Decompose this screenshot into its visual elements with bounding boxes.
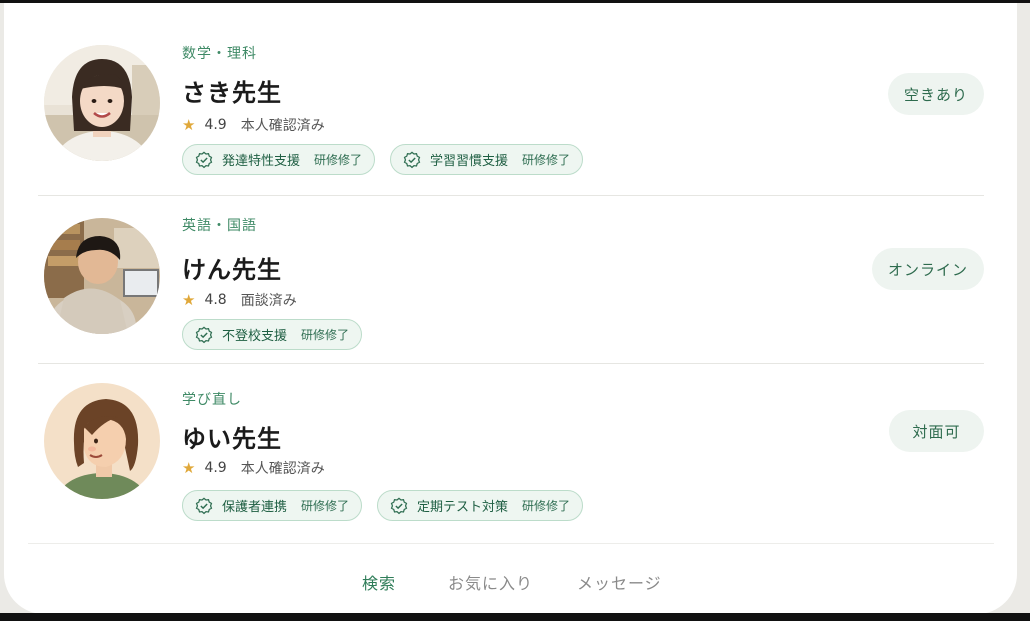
teacher-rating: 4.8 xyxy=(204,292,227,308)
training-tag: 発達特性支援 研修修了 xyxy=(182,144,376,175)
tag-status: 研修修了 xyxy=(522,153,571,167)
verified-check-icon xyxy=(390,497,408,514)
bottom-edge xyxy=(0,613,1030,621)
teacher-meta: ★ 4.9 本人確認済み xyxy=(182,115,325,135)
training-tags: 不登校支援 研修修了 xyxy=(182,319,377,350)
teacher-row[interactable]: 数学・理科 さき先生 ★ 4.9 本人確認済み 発達特性支援 研修修了 学習習慣… xyxy=(38,33,984,196)
star-icon: ★ xyxy=(182,459,196,477)
tag-status: 研修修了 xyxy=(301,328,350,342)
training-tag: 定期テスト対策 研修修了 xyxy=(377,490,584,521)
teacher-subject: 英語・国語 xyxy=(182,218,257,234)
teacher-subject: 数学・理科 xyxy=(182,46,257,62)
teacher-rating: 4.9 xyxy=(204,460,227,476)
app-frame: 数学・理科 さき先生 ★ 4.9 本人確認済み 発達特性支援 研修修了 学習習慣… xyxy=(0,0,1030,621)
training-tag: 学習習慣支援 研修修了 xyxy=(390,144,584,175)
verification-status: 面談済み xyxy=(240,293,297,309)
availability-badge[interactable]: オンライン xyxy=(872,248,984,290)
teacher-row[interactable]: 学び直し ゆい先生 ★ 4.9 本人確認済み 保護者連携 研修修了 定期テスト対… xyxy=(38,364,984,534)
tag-status: 研修修了 xyxy=(301,499,350,513)
nav-divider xyxy=(28,543,994,544)
tag-label: 保護者連携 xyxy=(222,500,288,515)
verified-check-icon xyxy=(195,326,213,343)
training-tags: 発達特性支援 研修修了 学習習慣支援 研修修了 xyxy=(182,144,598,175)
nav-favorites-tab[interactable]: お気に入り xyxy=(448,570,533,594)
nav-search-tab[interactable]: 検索 xyxy=(362,570,396,594)
teacher-rating: 4.9 xyxy=(204,117,227,133)
training-tags: 保護者連携 研修修了 定期テスト対策 研修修了 xyxy=(182,490,598,521)
verified-check-icon xyxy=(195,151,213,168)
teacher-name[interactable]: けん先生 xyxy=(182,250,282,285)
star-icon: ★ xyxy=(182,116,196,134)
training-tag: 保護者連携 研修修了 xyxy=(182,490,363,521)
teacher-list-card: 数学・理科 さき先生 ★ 4.9 本人確認済み 発達特性支援 研修修了 学習習慣… xyxy=(4,3,1017,614)
availability-badge[interactable]: 対面可 xyxy=(889,410,984,452)
star-icon: ★ xyxy=(182,291,196,309)
teacher-row[interactable]: 英語・国語 けん先生 ★ 4.8 面談済み 不登校支援 研修修了 オンライン xyxy=(38,196,984,364)
tag-status: 研修修了 xyxy=(314,153,363,167)
teacher-avatar-saki[interactable] xyxy=(44,45,160,161)
tag-label: 発達特性支援 xyxy=(222,154,301,169)
training-tag: 不登校支援 研修修了 xyxy=(182,319,363,350)
bottom-navigation: 検索 お気に入り メッセージ xyxy=(4,566,1017,596)
verified-check-icon xyxy=(195,497,213,514)
teacher-avatar-ken[interactable] xyxy=(44,218,160,334)
tag-label: 定期テスト対策 xyxy=(417,500,509,515)
teacher-name[interactable]: ゆい先生 xyxy=(182,419,282,454)
tag-status: 研修修了 xyxy=(522,499,571,513)
verified-check-icon xyxy=(403,151,421,168)
tag-label: 学習習慣支援 xyxy=(430,154,509,169)
verification-status: 本人確認済み xyxy=(240,118,325,134)
teacher-subject: 学び直し xyxy=(182,392,242,408)
teacher-avatar-yui[interactable] xyxy=(44,383,160,499)
verification-status: 本人確認済み xyxy=(240,461,325,477)
teacher-meta: ★ 4.8 面談済み xyxy=(182,290,297,310)
availability-badge[interactable]: 空きあり xyxy=(888,73,984,115)
tag-label: 不登校支援 xyxy=(222,329,288,344)
nav-messages-tab[interactable]: メッセージ xyxy=(577,570,662,594)
teacher-name[interactable]: さき先生 xyxy=(182,73,282,108)
teacher-meta: ★ 4.9 本人確認済み xyxy=(182,458,325,478)
